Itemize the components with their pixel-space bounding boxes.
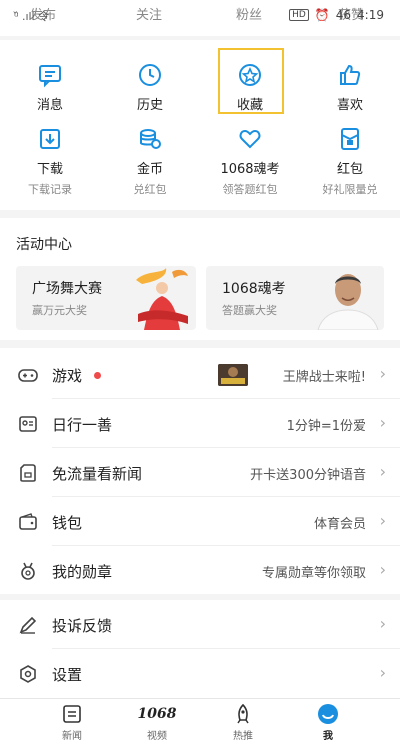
activity-card-quiz[interactable]: 1068魂考 答题赢大奖 [206,266,384,330]
video-1068-icon: 1068 [137,706,177,722]
card-title: 广场舞大赛 [32,281,102,297]
list-item-value: 体育会员 [313,517,366,532]
grid-item-likes[interactable]: 喜欢 [300,62,400,113]
clock-time: 4:19 [357,8,384,22]
host-portrait-image [317,274,379,330]
grid-sublabel: 领答题红包 [222,183,278,196]
list-item-label: 我的勋章 [52,563,113,581]
list-item-charity[interactable]: 日行一善 1分钟=1份爱 › [0,399,400,448]
list-item-value: 开卡送300分钟语音 [250,468,366,483]
alarm-icon: ⏰ [314,8,330,22]
grid-label: 消息 [36,98,63,113]
edit-icon [19,616,37,634]
medal-icon [21,562,35,580]
wallet-icon [19,513,37,530]
grid-sublabel: 兑红包 [133,183,167,196]
activity-center: 活动中心 广场舞大赛 赢万元大奖 1068魂考 答题赢大奖 [0,218,400,340]
game-thumbnail [218,364,248,386]
chevron-right-icon: › [379,462,386,481]
gamepad-icon [18,369,38,382]
thumbs-up-icon [340,64,361,85]
red-packet-icon [341,128,359,150]
list-item-feedback[interactable]: 投诉反馈 › [0,600,400,649]
list-item-label: 投诉反馈 [52,617,113,635]
focus-highlight [218,48,284,114]
clock-icon [139,64,161,86]
shortcut-grid: 消息 历史 收藏 喜欢 下载 下载记录 金币 兑红包 1068魂考 领答题红包 … [0,40,400,210]
grid-item-quiz[interactable]: 1068魂考 领答题红包 [200,126,300,197]
card-subtitle: 赢万元大奖 [32,304,87,317]
rocket-icon [237,703,249,724]
charity-icon [19,416,37,432]
grid-label: 红包 [336,162,363,177]
list-item-value: 1分钟=1份爱 [286,419,366,434]
nav-tab-me[interactable]: 我 [278,703,378,742]
news-icon [63,705,81,723]
list-item-medals[interactable]: 我的勋章 专属勋章等你领取 › [0,546,400,595]
dancer-illustration [136,268,188,330]
status-bar: 发布 关注 粉丝 获赞 ᵘ᷈ .ıll 令 HD ⏰ 46 4:19 [0,0,400,36]
notification-dot [94,372,101,379]
grid-sublabel: 下载记录 [28,183,72,196]
grid-label: 历史 [136,98,163,113]
grid-label: 1068魂考 [220,162,280,177]
list-item-games[interactable]: 游戏 王牌战士来啦! › [0,350,400,399]
section-title: 活动中心 [16,237,72,253]
grid-item-messages[interactable]: 消息 [0,62,100,113]
coins-icon [140,129,161,149]
grid-item-coins[interactable]: 金币 兑红包 [100,126,200,197]
menu-list: 游戏 王牌战士来啦! › 日行一善 1分钟=1份爱 › 免流量看新闻 开卡送30… [0,348,400,594]
settings-icon [20,665,36,683]
bottom-navigation: 新闻 1068 视频 热推 我 [0,698,400,743]
stat-tab-follow[interactable]: 关注 [136,4,162,23]
list-item-label: 免流量看新闻 [52,465,143,483]
chevron-right-icon: › [379,614,386,633]
nav-label: 我 [323,731,333,742]
grid-label: 金币 [136,162,163,177]
status-right: HD ⏰ 46 4:19 [289,8,384,22]
chevron-right-icon: › [379,511,386,530]
signal-indicators: ᵘ᷈ .ıll 令 [14,10,50,23]
list-item-value: 王牌战士来啦! [282,370,366,385]
heart-icon [239,129,261,149]
message-icon [39,65,61,88]
card-title: 1068魂考 [222,281,286,297]
sim-card-icon [20,464,36,482]
grid-item-download[interactable]: 下载 下载记录 [0,126,100,197]
battery-level: 46 [335,8,352,22]
card-subtitle: 答题赢大奖 [222,304,277,317]
grid-item-history[interactable]: 历史 [100,62,200,113]
chevron-right-icon: › [379,663,386,682]
profile-icon [318,704,338,724]
list-item-label: 钱包 [52,514,83,532]
grid-item-red-packet[interactable]: 红包 好礼限量兑 [300,126,400,197]
grid-label: 喜欢 [336,98,363,113]
list-item-label: 日行一善 [52,416,113,434]
chevron-right-icon: › [379,560,386,579]
chevron-right-icon: › [379,364,386,383]
list-item-value: 专属勋章等你领取 [261,566,366,581]
download-icon [40,129,60,149]
list-item-settings[interactable]: 设置 › [0,649,400,698]
grid-label: 下载 [36,162,63,177]
activity-card-dance[interactable]: 广场舞大赛 赢万元大奖 [16,266,196,330]
stat-tab-fans[interactable]: 粉丝 [236,4,262,23]
list-item-label: 设置 [52,666,83,684]
grid-sublabel: 好礼限量兑 [322,183,378,196]
nav-label: 视频 [147,731,167,742]
list-item-wallet[interactable]: 钱包 体育会员 › [0,497,400,546]
list-item-free-data[interactable]: 免流量看新闻 开卡送300分钟语音 › [0,448,400,497]
settings-list: 投诉反馈 › 设置 › [0,600,400,698]
chevron-right-icon: › [379,413,386,432]
list-item-label: 游戏 [52,367,83,385]
hd-badge: HD [289,9,309,21]
nav-tab-video[interactable]: 1068 视频 [107,703,207,742]
